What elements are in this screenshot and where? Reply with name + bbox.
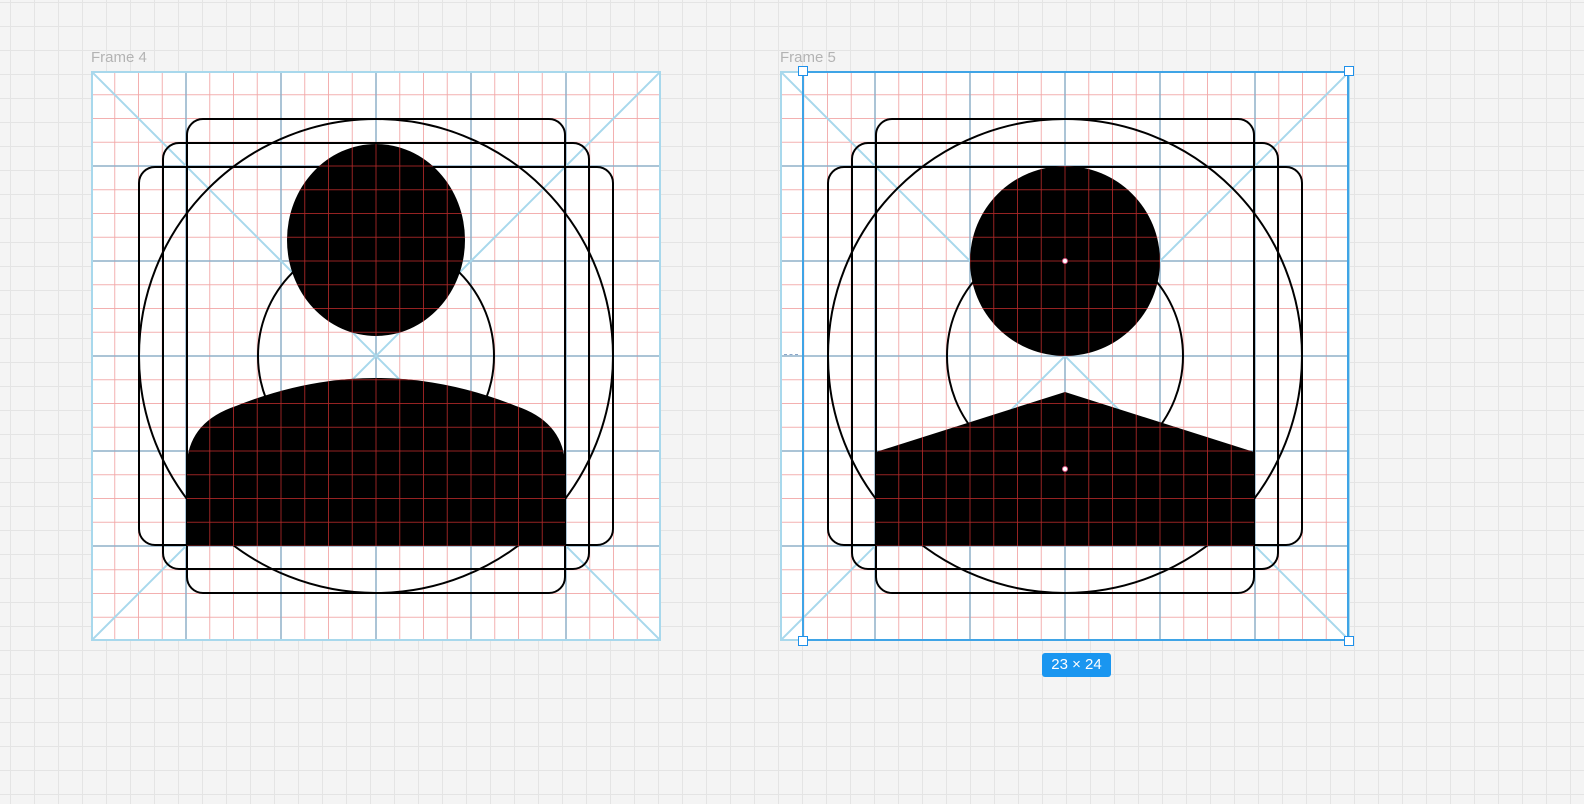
frame-5-label[interactable]: Frame 5 bbox=[780, 49, 836, 66]
frame-5-artwork bbox=[780, 71, 1350, 641]
frame-5[interactable] bbox=[780, 71, 1350, 641]
frame-4-artwork bbox=[91, 71, 661, 641]
edge-guide-tick bbox=[784, 354, 798, 355]
selection-size-badge: 23 × 24 bbox=[1042, 653, 1111, 677]
resize-handle-bottom-left[interactable] bbox=[798, 636, 808, 646]
center-point-marker bbox=[1062, 258, 1068, 264]
resize-handle-top-right[interactable] bbox=[1344, 66, 1354, 76]
resize-handle-top-left[interactable] bbox=[798, 66, 808, 76]
resize-handle-bottom-right[interactable] bbox=[1344, 636, 1354, 646]
frame-4-label[interactable]: Frame 4 bbox=[91, 49, 147, 66]
frame-4[interactable] bbox=[91, 71, 661, 641]
center-point-marker bbox=[1062, 466, 1068, 472]
